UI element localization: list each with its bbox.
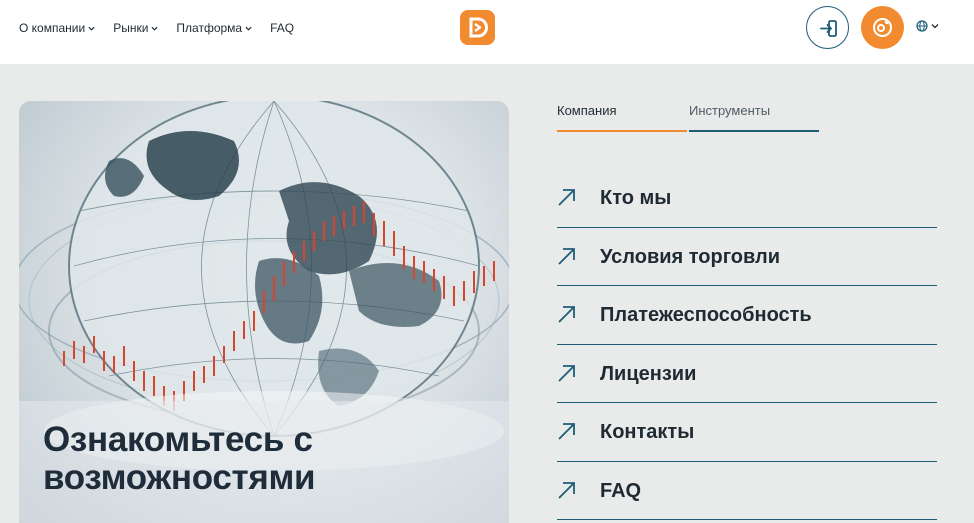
nav-item-label: FAQ [270,21,295,35]
nav-item-platform[interactable]: Платформа [176,20,252,36]
arrow-up-right-icon [558,481,575,499]
chevron-down-icon [151,26,158,31]
menu-item-label: FAQ [600,479,642,502]
chevron-down-icon [88,26,95,31]
menu-item-solvency[interactable]: Платежеспособность [557,286,937,345]
main-nav: О компании Рынки Платформа FAQ [19,20,312,36]
signup-icon [873,18,892,37]
arrow-up-right-icon [558,189,575,206]
menu-item-about[interactable]: Кто мы [557,169,937,228]
globe-icon [916,20,928,32]
brand-logo-mark [469,17,488,38]
chevron-down-icon [245,26,252,31]
nav-item-label: О компании [19,21,86,35]
language-selector[interactable] [916,20,939,32]
nav-item-label: Рынки [113,21,149,35]
menu-item-faq[interactable]: FAQ [557,462,937,520]
arrow-up-right-icon [558,247,575,265]
chevron-down-icon [931,24,939,29]
menu-item-label: Условия торговли [600,245,781,268]
login-icon [820,20,837,37]
hero-title: Ознакомьтесь с возможностями [43,420,316,497]
menu-item-label: Контакты [600,421,695,443]
nav-item-label: Платформа [176,21,243,35]
site-header: О компании Рынки Платформа FAQ [0,0,974,64]
tab-instruments[interactable]: Инструменты [689,101,819,132]
tab-company[interactable]: Компания [557,101,687,132]
menu-item-label: Лицензии [600,362,697,385]
signup-button[interactable] [861,6,904,49]
arrow-up-right-icon [558,306,575,323]
company-menu: Кто мы Условия торговли Платежеспособнос… [557,169,937,520]
menu-item-label: Платежеспособность [600,304,812,326]
nav-item-markets[interactable]: Рынки [113,20,158,36]
hero-title-line2: возможностями [43,458,316,497]
menu-item-licenses[interactable]: Лицензии [557,345,937,403]
menu-item-trading-conditions[interactable]: Условия торговли [557,228,937,286]
hero-title-line1: Ознакомьтесь с [43,420,313,459]
arrow-up-right-icon [558,364,575,382]
login-button[interactable] [806,6,849,49]
section-tabs: Компания Инструменты [557,101,819,132]
nav-item-faq[interactable]: FAQ [270,20,294,36]
menu-item-label: Кто мы [600,187,672,209]
nav-item-company[interactable]: О компании [19,20,95,36]
menu-item-contacts[interactable]: Контакты [557,403,937,462]
hero-banner[interactable]: Ознакомьтесь с возможностями [19,101,509,523]
brand-logo-icon[interactable] [460,10,495,45]
arrow-up-right-icon [558,423,575,440]
